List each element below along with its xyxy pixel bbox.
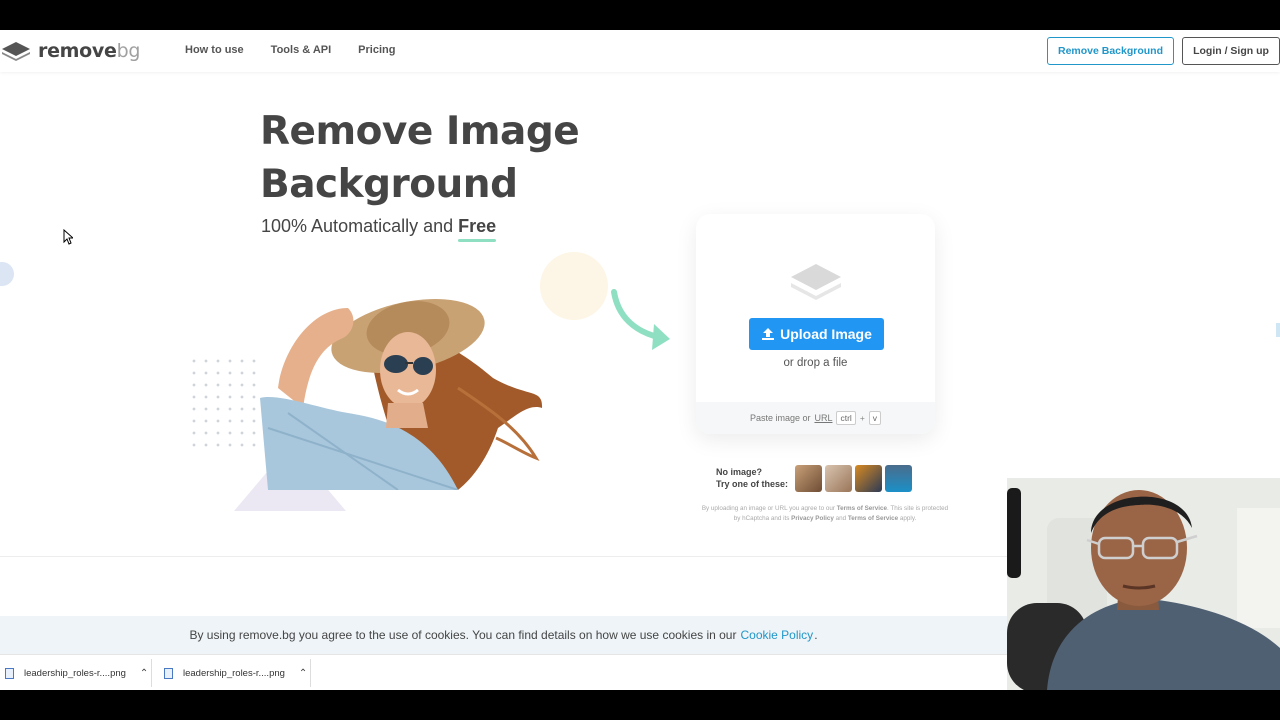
- downloads-bar: leadership_roles-r....png ⌃ leadership_r…: [0, 654, 1007, 690]
- shortcut-plus: +: [859, 413, 865, 423]
- chevron-up-icon[interactable]: ⌃: [140, 668, 148, 679]
- main-nav: How to use Tools & API Pricing: [185, 44, 395, 56]
- title-line-1: Remove Image: [260, 109, 580, 154]
- section-divider: [0, 556, 1007, 557]
- paste-text: Paste image or: [749, 413, 811, 423]
- arrow-icon: [611, 289, 670, 350]
- logo-layers-icon: [2, 42, 30, 61]
- paste-bar: Paste image or URL ctrl + v: [696, 402, 935, 434]
- mouse-cursor-icon: [63, 229, 73, 245]
- upload-image-button[interactable]: Upload Image: [749, 318, 884, 350]
- page-title: Remove Image Background: [260, 105, 680, 211]
- sample-images: [795, 465, 912, 492]
- logo[interactable]: removebg: [0, 38, 140, 64]
- sample-images-label: No image? Try one of these:: [716, 467, 789, 489]
- remove-background-button[interactable]: Remove Background: [1047, 37, 1174, 65]
- video-letterbox-top: [0, 0, 1280, 30]
- terms-link-2[interactable]: Terms of Service: [848, 515, 898, 522]
- upload-icon: [762, 328, 775, 340]
- terms-notice: By uploading an image or URL you agree t…: [701, 505, 949, 522]
- presenter-webcam-overlay: [1007, 478, 1280, 690]
- shortcut-v: v: [868, 411, 882, 425]
- upload-card[interactable]: Upload Image or drop a file Paste image …: [696, 214, 935, 434]
- decorative-circle-left: [0, 262, 14, 286]
- example-photo: [260, 298, 543, 490]
- nav-pricing[interactable]: Pricing: [358, 44, 395, 56]
- upload-button-label: Upload Image: [780, 326, 872, 342]
- privacy-link[interactable]: Privacy Policy: [791, 515, 834, 522]
- logo-text: removebg: [38, 40, 141, 62]
- site-header: removebg How to use Tools & API Pricing …: [0, 30, 1280, 72]
- login-signup-button[interactable]: Login / Sign up: [1182, 37, 1280, 65]
- chevron-up-icon[interactable]: ⌃: [299, 668, 307, 679]
- title-line-2: Background: [260, 162, 518, 207]
- sample-image-people[interactable]: [825, 465, 852, 492]
- download-filename: leadership_roles-r....png: [183, 667, 285, 679]
- sample-image-product[interactable]: [855, 465, 882, 492]
- cookie-banner: By using remove.bg you agree to the use …: [0, 616, 1007, 654]
- shortcut-ctrl: ctrl: [836, 411, 856, 425]
- layers-icon: [791, 264, 841, 300]
- sample-image-woman[interactable]: [795, 465, 822, 492]
- nav-how-to-use[interactable]: How to use: [185, 44, 244, 56]
- paste-url-link[interactable]: URL: [814, 413, 832, 423]
- download-separator: [151, 659, 152, 687]
- subtitle-free: Free: [458, 216, 497, 236]
- drop-file-text: or drop a file: [783, 357, 848, 369]
- download-item[interactable]: leadership_roles-r....png ⌃: [5, 659, 148, 687]
- download-separator: [310, 659, 311, 687]
- cookie-text: By using remove.bg you agree to the use …: [189, 628, 737, 642]
- image-file-icon: [164, 667, 173, 679]
- download-filename: leadership_roles-r....png: [24, 667, 126, 679]
- subtitle-prefix: 100% Automatically and: [261, 216, 454, 236]
- decorative-dot-grid: [188, 355, 260, 455]
- sample-image-car[interactable]: [885, 465, 912, 492]
- decorative-circle: [540, 252, 608, 320]
- page-subtitle: 100% Automatically and Free: [261, 216, 496, 237]
- download-item[interactable]: leadership_roles-r....png ⌃: [164, 659, 307, 687]
- video-letterbox-bottom: [0, 690, 1280, 720]
- decorative-edge-mark: [1276, 323, 1280, 337]
- cookie-policy-link[interactable]: Cookie Policy: [740, 628, 813, 642]
- terms-link[interactable]: Terms of Service: [837, 505, 887, 512]
- nav-tools-api[interactable]: Tools & API: [271, 44, 332, 56]
- image-file-icon: [5, 667, 14, 679]
